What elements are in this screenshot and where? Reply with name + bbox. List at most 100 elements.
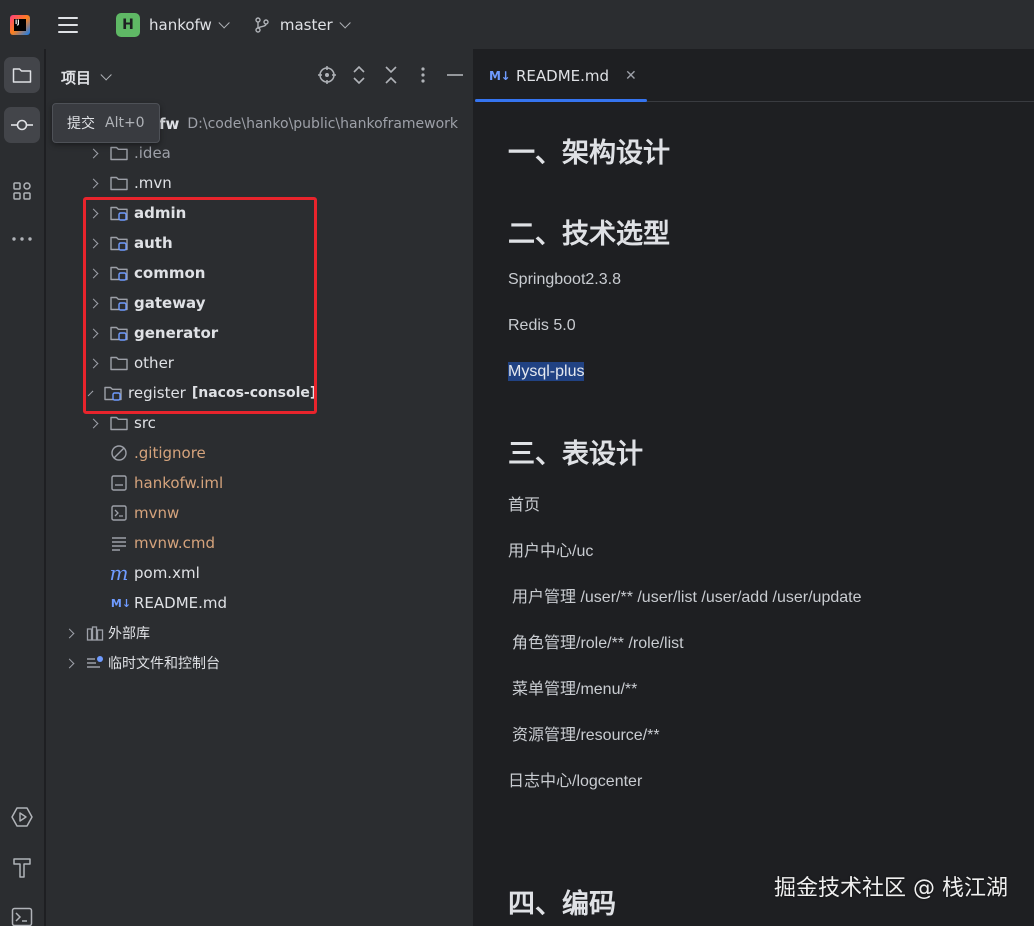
chevron-right-icon[interactable] [64, 628, 75, 638]
project-badge[interactable]: H [116, 12, 140, 37]
md-heading: 三、表设计 [508, 439, 643, 470]
md-paragraph: 资源管理/resource/** [512, 727, 660, 744]
tree-item-label: other [134, 354, 174, 372]
services-tool-button[interactable] [4, 799, 40, 835]
scratches-icon [86, 654, 104, 672]
tree-item-file[interactable]: m pom.xml [46, 558, 474, 588]
tab-readme[interactable]: M↓ README.md ✕ [475, 49, 647, 102]
tree-item-label: auth [134, 234, 173, 252]
tree-item-label: .mvn [134, 174, 172, 192]
tree-item-module[interactable]: common [46, 258, 474, 288]
tree-item-file[interactable]: M↓ README.md [46, 588, 474, 618]
editor-area: M↓ README.md ✕ 一、架构设计 二、技术选型 Springboot2… [475, 49, 1034, 926]
tree-item-scratches[interactable]: 临时文件和控制台 [46, 648, 474, 678]
tree-item-module[interactable]: register [nacos-console] [46, 378, 316, 408]
md-paragraph: Springboot2.3.8 [508, 271, 621, 288]
chevron-right-icon[interactable] [88, 298, 99, 308]
chevron-right-icon[interactable] [88, 148, 99, 158]
hide-icon[interactable] [446, 66, 464, 84]
tree-item[interactable]: src [46, 408, 474, 438]
hammer-icon [13, 858, 31, 878]
md-paragraph: 用户管理 /user/** /user/list /user/add /user… [512, 589, 862, 606]
tree-item-label: hankofw.iml [134, 474, 224, 492]
tree-item-suffix: [nacos-console] [191, 385, 316, 401]
tree-item-label: 外部库 [108, 626, 150, 642]
chevron-right-icon[interactable] [88, 328, 99, 338]
chevron-right-icon[interactable] [88, 268, 99, 278]
collapse-all-icon[interactable] [382, 66, 400, 84]
chevron-down-icon[interactable] [339, 16, 351, 29]
branch-switcher[interactable]: master [280, 16, 333, 34]
panel-title[interactable]: 项目 [61, 67, 91, 88]
root-name: fw [159, 115, 180, 133]
commit-tool-button[interactable] [4, 107, 40, 143]
folder-icon [110, 414, 128, 432]
tree-item-file[interactable]: mvnw.cmd [46, 528, 474, 558]
tree-item-label: mvnw [134, 504, 180, 522]
module-file-icon [110, 474, 128, 492]
shell-script-icon [110, 504, 128, 522]
md-paragraph: 用户中心/uc [508, 543, 594, 560]
library-icon [86, 624, 104, 642]
structure-tool-button[interactable] [4, 173, 40, 209]
module-folder-icon [104, 384, 122, 402]
chevron-right-icon[interactable] [88, 358, 99, 368]
chevron-right-icon[interactable] [64, 658, 75, 668]
module-folder-icon [110, 294, 128, 312]
chevron-right-icon[interactable] [88, 178, 99, 188]
text-file-icon [110, 534, 128, 552]
chevron-down-icon[interactable] [100, 69, 112, 81]
tree-item-file[interactable]: hankofw.iml [46, 468, 474, 498]
tree-item-label: gateway [134, 294, 206, 312]
tree-item-file[interactable]: .gitignore [46, 438, 474, 468]
tree-item-label: register [128, 384, 186, 402]
watermark: 掘金技术社区 @ 栈江湖 [774, 876, 1008, 901]
expand-all-icon[interactable] [350, 66, 368, 84]
root-path: D:\code\hanko\public\hankoframework [187, 116, 459, 132]
tree-item-module[interactable]: auth [46, 228, 474, 258]
panel-header: 项目 [46, 49, 474, 105]
tree-item-label: src [134, 414, 156, 432]
md-paragraph: Redis 5.0 [508, 317, 576, 334]
project-tool-button[interactable] [4, 57, 40, 93]
tree-item-label: admin [134, 204, 187, 222]
md-paragraph: 菜单管理/menu/** [512, 681, 638, 698]
selected-text: Mysql-plus [508, 362, 585, 381]
build-tool-button[interactable] [4, 849, 40, 885]
more-tools-button[interactable] [4, 221, 40, 257]
chevron-right-icon[interactable] [88, 238, 99, 248]
tree-item[interactable]: other [46, 348, 474, 378]
folder-icon [110, 354, 128, 372]
options-icon[interactable] [414, 66, 432, 84]
tree-item[interactable]: .mvn [46, 168, 474, 198]
ide-logo-icon: IJ [10, 14, 30, 35]
commit-icon [11, 119, 33, 131]
tree-item-label: .idea [134, 144, 171, 162]
close-icon[interactable]: ✕ [625, 68, 637, 84]
editor-tab-bar: M↓ README.md ✕ [475, 49, 1034, 102]
terminal-tool-button[interactable] [4, 899, 40, 926]
tree-item-module[interactable]: admin [46, 198, 474, 228]
commit-tooltip: 提交 Alt+0 [52, 103, 160, 143]
tree-item-file[interactable]: mvnw [46, 498, 474, 528]
chevron-right-icon[interactable] [87, 390, 94, 396]
ignore-file-icon [110, 444, 128, 462]
folder-icon [110, 144, 128, 162]
tree-item-module[interactable]: generator [46, 318, 474, 348]
tree-item-module[interactable]: gateway [46, 288, 474, 318]
chevron-down-icon[interactable] [218, 16, 230, 29]
tree-item-external-libs[interactable]: 外部库 [46, 618, 474, 648]
tree-item-label: .gitignore [134, 444, 206, 462]
project-switcher[interactable]: hankofw [149, 16, 212, 34]
structure-icon [13, 182, 31, 200]
module-folder-icon [110, 264, 128, 282]
tree-item-label: README.md [134, 594, 228, 612]
main-menu-icon[interactable] [58, 16, 78, 33]
chevron-right-icon[interactable] [88, 418, 99, 428]
module-folder-icon [110, 234, 128, 252]
title-bar: IJ H hankofw master [0, 0, 1034, 49]
chevron-right-icon[interactable] [88, 208, 99, 218]
locate-icon[interactable] [318, 66, 336, 84]
git-branch-icon[interactable] [254, 16, 270, 33]
md-paragraph: 日志中心/logcenter [508, 773, 643, 790]
